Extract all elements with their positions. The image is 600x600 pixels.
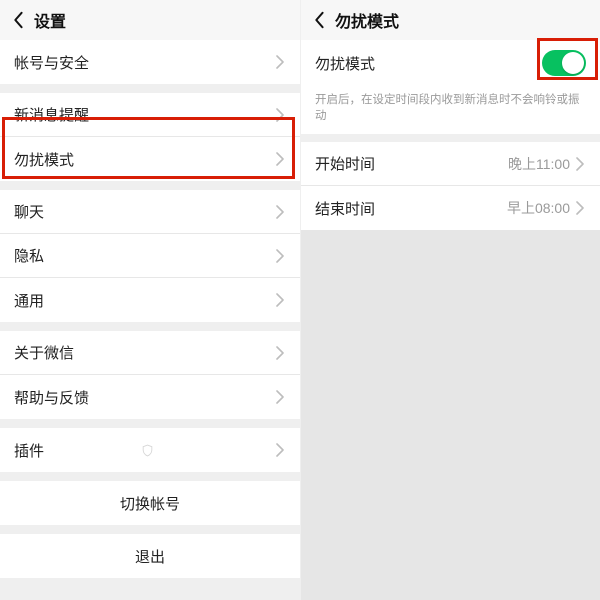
chevron-right-icon (276, 443, 286, 457)
chevron-right-icon (576, 157, 586, 171)
page-title: 设置 (34, 8, 66, 32)
row-label: 帮助与反馈 (14, 387, 276, 408)
header: 勿扰模式 (301, 0, 600, 40)
toggle-label: 勿扰模式 (315, 53, 542, 74)
switch-account-button[interactable]: 切换帐号 (0, 481, 300, 525)
row-start-time[interactable]: 开始时间 晚上11:00 (301, 142, 600, 186)
row-about[interactable]: 关于微信 (0, 331, 300, 375)
chevron-right-icon (276, 152, 286, 166)
chevron-right-icon (276, 205, 286, 219)
row-privacy[interactable]: 隐私 (0, 234, 300, 278)
row-label: 勿扰模式 (14, 149, 276, 170)
page-title: 勿扰模式 (335, 8, 399, 32)
chevron-right-icon (576, 201, 586, 215)
row-account-security[interactable]: 帐号与安全 (0, 40, 300, 84)
button-label: 切换帐号 (120, 493, 180, 514)
dnd-toggle[interactable] (542, 50, 586, 76)
row-label: 聊天 (14, 201, 276, 222)
row-label: 帐号与安全 (14, 52, 276, 73)
dnd-description: 开启后，在设定时间段内收到新消息时不会响铃或振动 (301, 86, 600, 134)
logout-button[interactable]: 退出 (0, 534, 300, 578)
row-end-time[interactable]: 结束时间 早上08:00 (301, 186, 600, 230)
row-dnd-mode[interactable]: 勿扰模式 (0, 137, 300, 181)
row-new-message-notify[interactable]: 新消息提醒 (0, 93, 300, 137)
row-value: 晚上11:00 (508, 154, 570, 174)
chevron-right-icon (276, 55, 286, 69)
row-help-feedback[interactable]: 帮助与反馈 (0, 375, 300, 419)
back-icon[interactable] (8, 10, 28, 30)
row-general[interactable]: 通用 (0, 278, 300, 322)
chevron-right-icon (276, 346, 286, 360)
row-label: 开始时间 (315, 153, 508, 174)
row-value: 早上08:00 (507, 198, 570, 218)
row-label: 结束时间 (315, 198, 507, 219)
settings-pane: 设置 帐号与安全 新消息提醒 勿扰模式 聊天 (0, 0, 300, 600)
row-label: 插件 (14, 440, 137, 461)
chevron-right-icon (276, 108, 286, 122)
header: 设置 (0, 0, 300, 40)
row-label: 隐私 (14, 245, 276, 266)
row-label: 关于微信 (14, 342, 276, 363)
row-chat[interactable]: 聊天 (0, 190, 300, 234)
row-label: 新消息提醒 (14, 104, 276, 125)
button-label: 退出 (135, 546, 165, 567)
chevron-right-icon (276, 293, 286, 307)
back-icon[interactable] (309, 10, 329, 30)
dnd-toggle-row: 勿扰模式 (301, 40, 600, 86)
dnd-pane: 勿扰模式 勿扰模式 开启后，在设定时间段内收到新消息时不会响铃或振动 开始时间 … (300, 0, 600, 600)
shield-icon (141, 444, 154, 457)
chevron-right-icon (276, 390, 286, 404)
row-label: 通用 (14, 290, 276, 311)
row-plugins[interactable]: 插件 (0, 428, 300, 472)
chevron-right-icon (276, 249, 286, 263)
